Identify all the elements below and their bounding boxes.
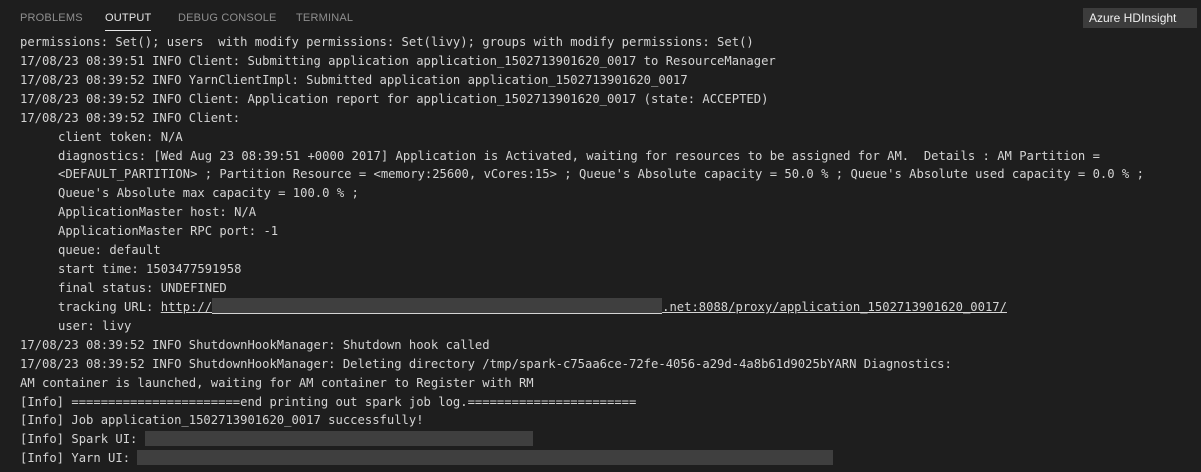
log-line: queue: default bbox=[58, 243, 161, 258]
log-line: final status: UNDEFINED bbox=[58, 280, 227, 295]
log-line: Queue's Absolute max capacity = 100.0 % … bbox=[58, 186, 359, 201]
yarn-ui-line: [Info] Yarn UI: bbox=[20, 449, 1198, 468]
output-log[interactable]: permissions: Set(); users with modify pe… bbox=[20, 33, 1198, 472]
log-line: 17/08/23 08:39:51 INFO Client: Submittin… bbox=[20, 53, 776, 68]
tab-output[interactable]: OUTPUT bbox=[105, 12, 152, 31]
log-line: start time: 1503477591958 bbox=[58, 262, 242, 277]
panel-header: PROBLEMS OUTPUT DEBUG CONSOLE TERMINAL A… bbox=[0, 0, 1201, 36]
tracking-url-prefix[interactable]: http:// bbox=[161, 300, 212, 314]
tracking-url-link[interactable]: .net:8088/proxy/application_150271390162… bbox=[662, 300, 1007, 314]
log-line: 17/08/23 08:39:52 INFO YarnClientImpl: S… bbox=[20, 72, 688, 87]
yarn-ui-label: [Info] Yarn UI: bbox=[20, 451, 138, 466]
tracking-url-label: tracking URL: bbox=[58, 299, 161, 314]
log-line: 17/08/23 08:39:52 INFO ShutdownHookManag… bbox=[20, 337, 490, 352]
log-line: user: livy bbox=[58, 318, 132, 333]
tab-problems[interactable]: PROBLEMS bbox=[20, 12, 83, 24]
log-line: permissions: Set(); users with modify pe… bbox=[20, 35, 754, 49]
log-line: [Info] =======================end printi… bbox=[20, 394, 637, 409]
spark-ui-line: [Info] Spark UI: bbox=[20, 430, 1198, 449]
log-line: 17/08/23 08:39:52 INFO Client: bbox=[20, 110, 241, 125]
log-line: <DEFAULT_PARTITION> ; Partition Resource… bbox=[58, 167, 1144, 182]
tracking-url-line: tracking URL: http:// .net:8088/proxy/app… bbox=[20, 297, 1198, 317]
log-line: 17/08/23 08:39:52 INFO Client: Applicati… bbox=[20, 91, 769, 106]
log-line: client token: N/A bbox=[58, 129, 183, 144]
spark-ui-label: [Info] Spark UI: bbox=[20, 432, 145, 447]
redacted-yarn-url-block bbox=[137, 450, 834, 466]
tab-terminal[interactable]: TERMINAL bbox=[296, 12, 353, 24]
log-line: [Info] Job application_1502713901620_001… bbox=[20, 413, 424, 428]
log-line: 17/08/23 08:39:52 INFO ShutdownHookManag… bbox=[20, 356, 952, 371]
output-channel-select[interactable]: Azure HDInsight bbox=[1083, 8, 1197, 28]
tab-debug-console[interactable]: DEBUG CONSOLE bbox=[178, 12, 277, 24]
redacted-spark-url-block bbox=[144, 431, 533, 447]
redacted-host-block bbox=[212, 297, 663, 314]
log-line: diagnostics: [Wed Aug 23 08:39:51 +0000 … bbox=[58, 148, 1100, 163]
log-line: AM container is launched, waiting for AM… bbox=[20, 375, 534, 390]
log-line: ApplicationMaster host: N/A bbox=[58, 205, 257, 220]
log-line: ApplicationMaster RPC port: -1 bbox=[58, 224, 279, 239]
